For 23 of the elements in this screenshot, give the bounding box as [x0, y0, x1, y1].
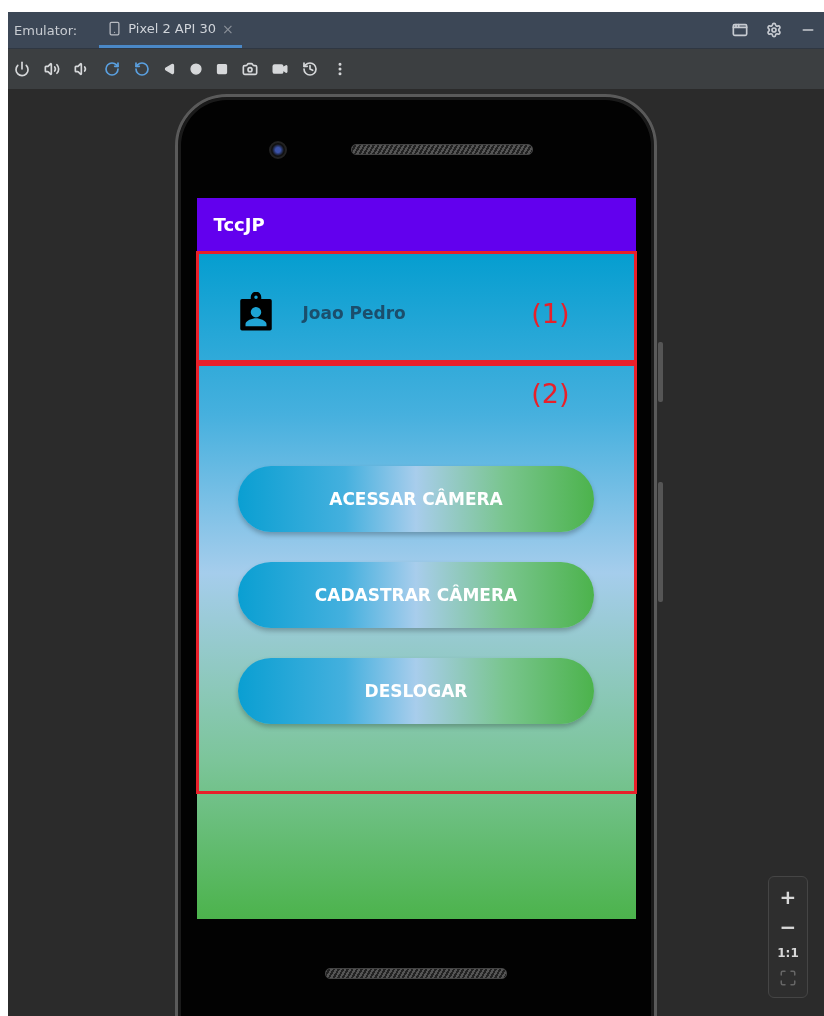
back-icon[interactable]	[164, 63, 176, 75]
annotation-number: (2)	[531, 378, 570, 411]
power-icon[interactable]	[14, 61, 30, 77]
volume-up-icon[interactable]	[44, 61, 60, 77]
emulator-label: Emulator:	[14, 22, 78, 38]
snapshot-icon[interactable]	[302, 61, 318, 77]
overview-icon[interactable]	[216, 63, 228, 75]
rotate-right-icon[interactable]	[104, 61, 120, 77]
video-icon[interactable]	[272, 61, 288, 77]
settings-icon[interactable]	[766, 22, 782, 38]
zoom-control[interactable]: −	[779, 917, 797, 937]
device-icon	[107, 21, 123, 36]
zoom-control[interactable]: 1:1	[777, 947, 799, 959]
fit-screen-icon[interactable]	[779, 969, 797, 987]
user-name: Joao Pedro	[302, 303, 407, 323]
rotate-left-icon[interactable]	[134, 61, 150, 77]
home-icon[interactable]	[190, 63, 202, 75]
camera-icon[interactable]	[242, 61, 258, 77]
window-icon[interactable]	[732, 22, 748, 38]
zoom-control[interactable]: +	[779, 887, 797, 907]
camera-lens	[269, 140, 287, 159]
app-title: TccJP	[213, 214, 265, 235]
annotation-number: (1)	[531, 297, 570, 329]
